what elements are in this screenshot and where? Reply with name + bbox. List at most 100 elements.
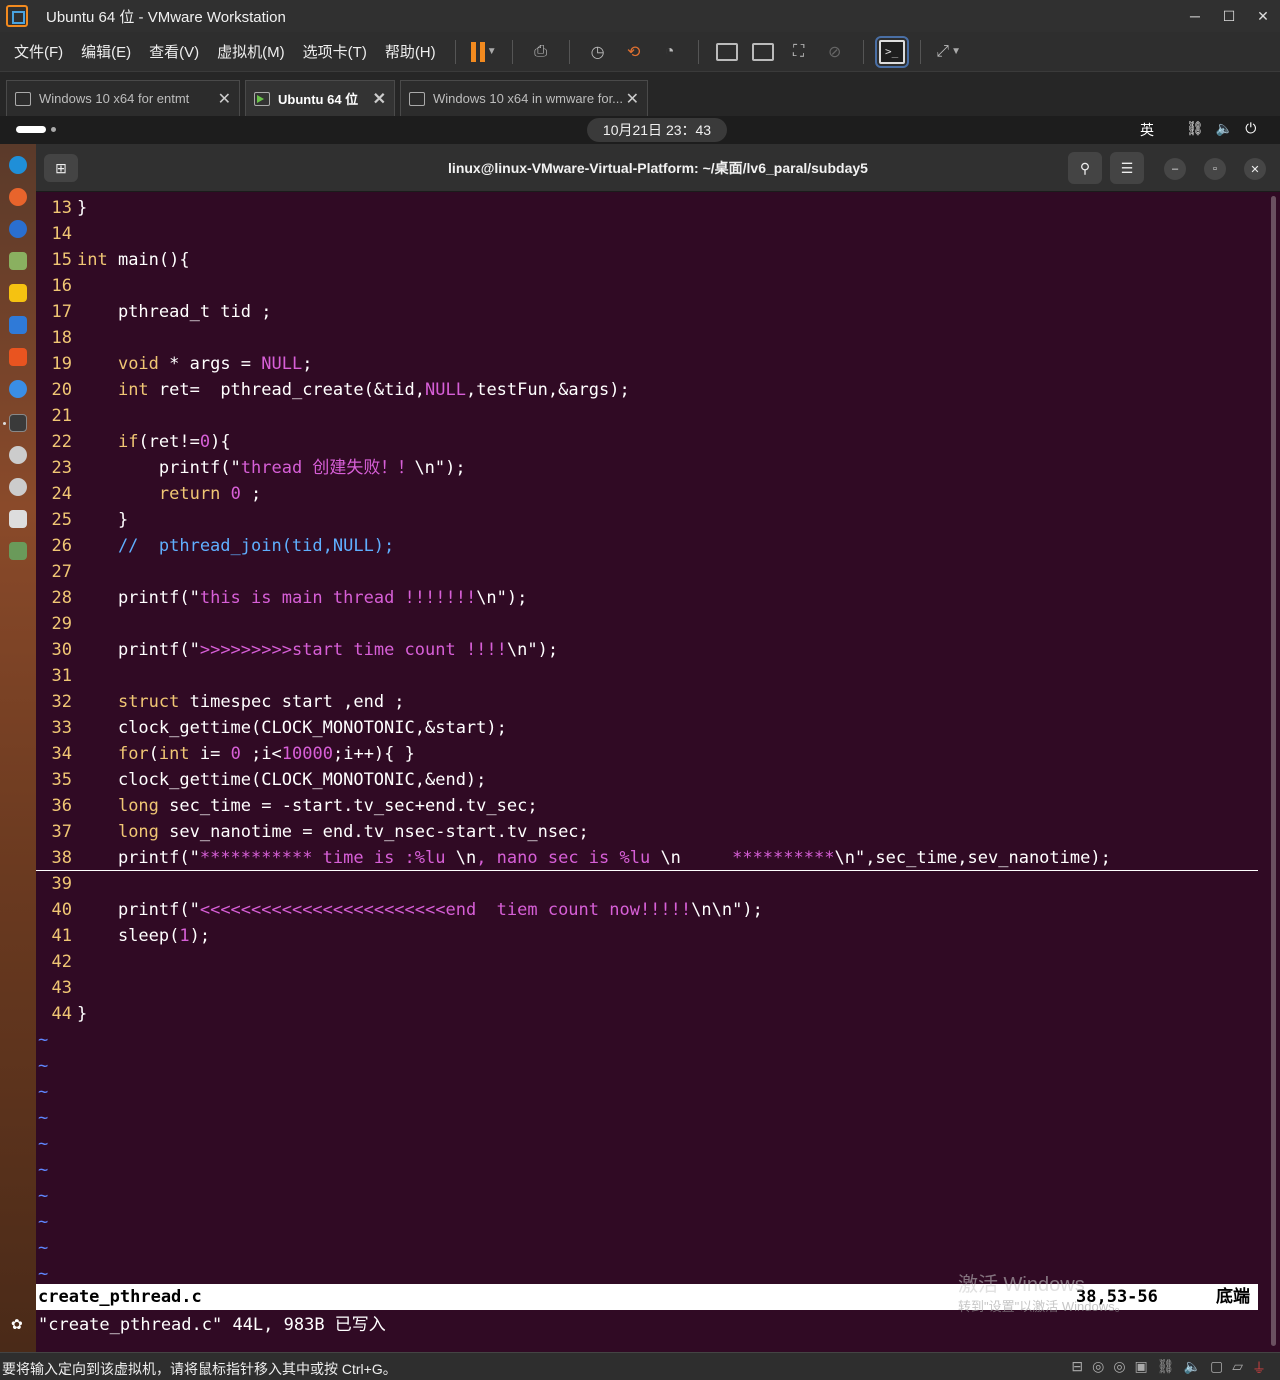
app-center-icon[interactable] bbox=[9, 348, 27, 366]
line-number: 40 bbox=[51, 900, 72, 920]
line-number: 15 bbox=[51, 250, 72, 270]
code-line: 41 sleep(1); bbox=[36, 923, 1258, 949]
code-line: 37 long sev_nanotime = end.tv_nsec-start… bbox=[36, 819, 1258, 845]
writer-icon[interactable] bbox=[9, 316, 27, 334]
line-number: 17 bbox=[51, 302, 72, 322]
line-number: 23 bbox=[51, 458, 72, 478]
empty-line-tilde: ~ bbox=[38, 1030, 49, 1050]
empty-line-tilde: ~ bbox=[38, 1212, 49, 1232]
code-line: 18 bbox=[36, 325, 1258, 351]
line-number: 39 bbox=[51, 874, 72, 894]
pause-icon bbox=[470, 41, 485, 62]
empty-line-tilde: ~ bbox=[38, 1108, 49, 1128]
code-line: 17 pthread_t tid ; bbox=[36, 299, 1258, 325]
vm-icon bbox=[409, 91, 425, 106]
line-number: 31 bbox=[51, 666, 72, 686]
snapshot-manager-icon[interactable]: ◔ bbox=[656, 38, 684, 66]
line-number: 27 bbox=[51, 562, 72, 582]
menu-help[interactable]: 帮助(H) bbox=[376, 41, 445, 62]
line-number: 35 bbox=[51, 770, 72, 790]
unity-icon[interactable]: ⊘ bbox=[821, 38, 849, 66]
thunderbird-icon[interactable] bbox=[9, 220, 27, 238]
fullscreen-icon[interactable]: ⛶ bbox=[785, 38, 813, 66]
line-number: 44 bbox=[51, 1004, 72, 1024]
menu-tabs[interactable]: 选项卡(T) bbox=[294, 41, 376, 62]
stretch-icon[interactable]: ⤢ ▼ bbox=[935, 38, 963, 66]
close-icon: ✕ bbox=[1250, 163, 1260, 176]
display-icon[interactable]: ▢ bbox=[1210, 1358, 1223, 1378]
tab-windows10-entmt[interactable]: Windows 10 x64 for entmt ✕ bbox=[6, 80, 240, 116]
terminal-content[interactable]: create_pthread.c 38,53-56 底端 "create_pth… bbox=[36, 192, 1268, 1352]
sound-icon[interactable]: 🔈 bbox=[1184, 1358, 1201, 1378]
clock[interactable]: 10月21日 23：43 bbox=[587, 118, 727, 142]
menu-file[interactable]: 文件(F) bbox=[0, 41, 72, 62]
library-view-icon[interactable] bbox=[713, 38, 741, 66]
maximize-icon[interactable]: ☐ bbox=[1212, 0, 1246, 32]
code-line: 44} bbox=[36, 1001, 1258, 1027]
vm-icon bbox=[15, 91, 31, 106]
code-line: 23 printf("thread 创建失败！！\n"); bbox=[36, 455, 1258, 481]
toolbar-divider bbox=[454, 39, 456, 64]
floppy-icon[interactable]: ▣ bbox=[1135, 1358, 1148, 1378]
snapshot-icon[interactable]: ◷ bbox=[584, 38, 612, 66]
usb-icon[interactable]: ⏚ bbox=[1252, 1358, 1266, 1378]
terminal-icon[interactable] bbox=[3, 414, 27, 432]
empty-line-tilde: ~ bbox=[38, 1238, 49, 1258]
hard-disk-icon[interactable]: ⊟ bbox=[1071, 1358, 1083, 1378]
network-icon: ⛓ bbox=[1186, 120, 1204, 136]
rhythmbox-icon[interactable] bbox=[9, 284, 27, 302]
cd-icon[interactable]: ◎ bbox=[1113, 1358, 1125, 1378]
show-apps-icon[interactable]: ✿ bbox=[11, 1316, 23, 1333]
line-number: 26 bbox=[51, 536, 72, 556]
menu-edit[interactable]: 编辑(E) bbox=[72, 41, 140, 62]
tab-label: Ubuntu 64 位 bbox=[278, 92, 359, 107]
menu-button[interactable]: ☰ bbox=[1110, 152, 1144, 184]
tab-windows10-wmware[interactable]: Windows 10 x64 in wmware for... ✕ bbox=[400, 80, 648, 116]
window-controls: ─ ☐ ✕ bbox=[1178, 0, 1280, 32]
help-icon[interactable] bbox=[9, 380, 27, 398]
console-view-button[interactable]: >_ bbox=[874, 35, 909, 68]
empty-line-tilde: ~ bbox=[38, 1264, 49, 1284]
disc-icon[interactable] bbox=[9, 478, 27, 496]
send-ctrl-alt-del-icon[interactable]: ⎙ bbox=[527, 38, 555, 66]
input-method-indicator[interactable]: 英 bbox=[1140, 120, 1154, 140]
firefox-icon[interactable] bbox=[9, 188, 27, 206]
activities-indicator[interactable] bbox=[16, 126, 56, 133]
thumbnail-view-icon[interactable] bbox=[749, 38, 777, 66]
edge-browser-icon[interactable] bbox=[9, 156, 27, 174]
trash-icon[interactable] bbox=[9, 542, 27, 560]
drive-icon[interactable] bbox=[9, 510, 27, 528]
line-number: 13 bbox=[51, 198, 72, 218]
close-icon[interactable]: ✕ bbox=[1246, 0, 1280, 32]
pause-button[interactable]: ▼ bbox=[470, 38, 498, 66]
close-icon[interactable]: ✕ bbox=[218, 89, 231, 109]
line-number: 14 bbox=[51, 224, 72, 244]
minimize-button[interactable]: – bbox=[1164, 158, 1186, 180]
search-button[interactable]: ⚲ bbox=[1068, 152, 1102, 184]
tab-ubuntu[interactable]: Ubuntu 64 位 ✕ bbox=[245, 80, 395, 116]
code-line: 16 bbox=[36, 273, 1258, 299]
files-icon[interactable] bbox=[9, 252, 27, 270]
close-icon[interactable]: ✕ bbox=[373, 89, 386, 109]
activation-watermark: 激活 Windows bbox=[958, 1274, 1085, 1296]
menu-vm[interactable]: 虚拟机(M) bbox=[208, 41, 294, 62]
disc-icon[interactable] bbox=[9, 446, 27, 464]
empty-line-tilde: ~ bbox=[38, 1056, 49, 1076]
code-line: 21 bbox=[36, 403, 1258, 429]
code-line: 31 bbox=[36, 663, 1258, 689]
maximize-button[interactable]: ▫ bbox=[1204, 158, 1226, 180]
toolbar-divider bbox=[568, 39, 570, 64]
menu-view[interactable]: 查看(V) bbox=[140, 41, 208, 62]
revert-snapshot-icon[interactable]: ⟲ bbox=[620, 38, 648, 66]
message-icon[interactable]: ▱ bbox=[1232, 1358, 1243, 1378]
network-adapter-icon[interactable]: ⛓ bbox=[1157, 1358, 1175, 1378]
close-button[interactable]: ✕ bbox=[1244, 158, 1266, 180]
system-tray[interactable]: ⛓ 🔈 ⏻ bbox=[1186, 120, 1256, 137]
minimize-icon[interactable]: ─ bbox=[1178, 0, 1212, 32]
volume-icon: 🔈 bbox=[1215, 120, 1234, 136]
code-line: 19 void * args = NULL; bbox=[36, 351, 1258, 377]
close-icon[interactable]: ✕ bbox=[626, 89, 639, 109]
line-number: 30 bbox=[51, 640, 72, 660]
terminal-scrollbar[interactable] bbox=[1268, 192, 1280, 1352]
cd-icon[interactable]: ◎ bbox=[1092, 1358, 1104, 1378]
